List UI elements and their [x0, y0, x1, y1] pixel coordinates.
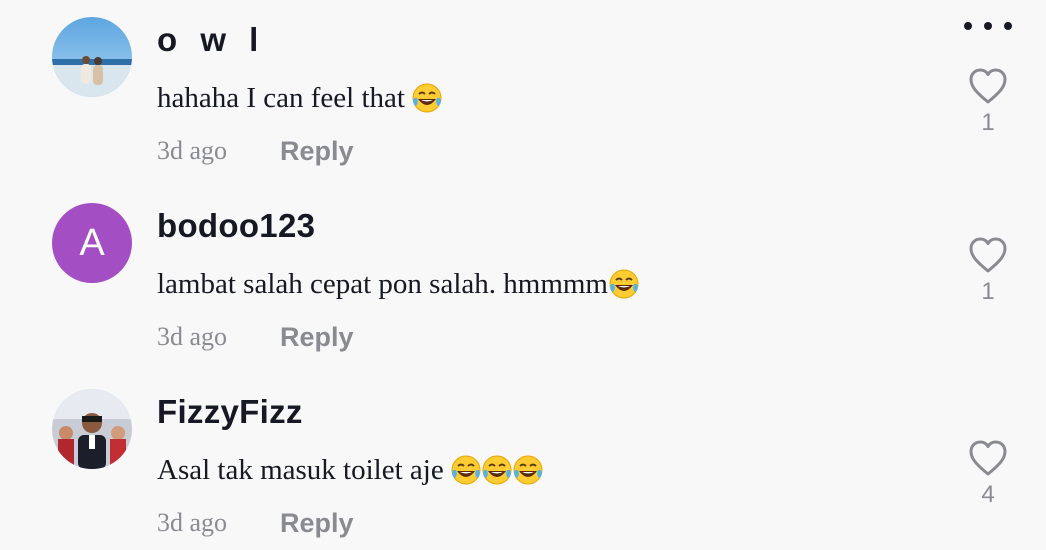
like-count: 1	[981, 109, 995, 136]
comment-meta: 3d ago Reply	[157, 505, 354, 541]
reply-button[interactable]: Reply	[280, 136, 354, 167]
comment-body: hahaha I can feel that	[157, 82, 405, 114]
laughing-crying-emoji-icon	[451, 455, 481, 485]
user-photo-icon	[52, 389, 132, 469]
comment-item: A bodoo123 lambat salah cepat pon salah.…	[0, 186, 1046, 372]
comment-username[interactable]: o w l	[157, 20, 265, 60]
avatar[interactable]	[52, 17, 132, 97]
comment-text: lambat salah cepat pon salah. hmmmm	[157, 264, 639, 304]
laughing-crying-emoji-icon	[412, 83, 442, 113]
comment-username[interactable]: bodoo123	[157, 206, 315, 246]
comment-item: o w l hahaha I can feel that 3d ago Repl…	[0, 0, 1046, 186]
laughing-crying-emoji-icon	[482, 455, 512, 485]
like-count: 4	[981, 481, 995, 508]
heart-icon[interactable]	[968, 236, 1008, 274]
comment-meta: 3d ago Reply	[157, 319, 354, 355]
comment-timestamp: 3d ago	[157, 136, 228, 165]
comment-timestamp: 3d ago	[157, 322, 228, 351]
like-area: 1	[960, 236, 1016, 306]
heart-icon[interactable]	[968, 439, 1008, 477]
laughing-crying-emoji-icon	[513, 455, 543, 485]
like-area: 1	[960, 67, 1016, 137]
avatar[interactable]	[52, 389, 132, 469]
heart-icon[interactable]	[968, 67, 1008, 105]
avatar-letter: A	[79, 221, 105, 264]
comment-text: hahaha I can feel that	[157, 78, 442, 118]
avatar[interactable]: A	[52, 203, 132, 283]
comment-text: Asal tak masuk toilet aje	[157, 450, 543, 490]
laughing-crying-emoji-icon	[609, 269, 639, 299]
comment-list: o w l hahaha I can feel that 3d ago Repl…	[0, 0, 1046, 550]
emoji-group	[450, 454, 543, 486]
comment-item: FizzyFizz Asal tak masuk toilet aje 3d a…	[0, 372, 1046, 550]
comment-timestamp: 3d ago	[157, 508, 228, 537]
comment-username[interactable]: FizzyFizz	[157, 392, 303, 432]
comment-body: Asal tak masuk toilet aje	[157, 454, 444, 486]
reply-button[interactable]: Reply	[280, 508, 354, 539]
user-photo-icon	[52, 17, 132, 97]
comment-meta: 3d ago Reply	[157, 133, 354, 169]
emoji-group	[608, 268, 639, 300]
like-count: 1	[981, 278, 995, 305]
comment-body: lambat salah cepat pon salah. hmmmm	[157, 268, 608, 300]
reply-button[interactable]: Reply	[280, 322, 354, 353]
emoji-group	[411, 82, 442, 114]
like-area: 4	[960, 439, 1016, 509]
